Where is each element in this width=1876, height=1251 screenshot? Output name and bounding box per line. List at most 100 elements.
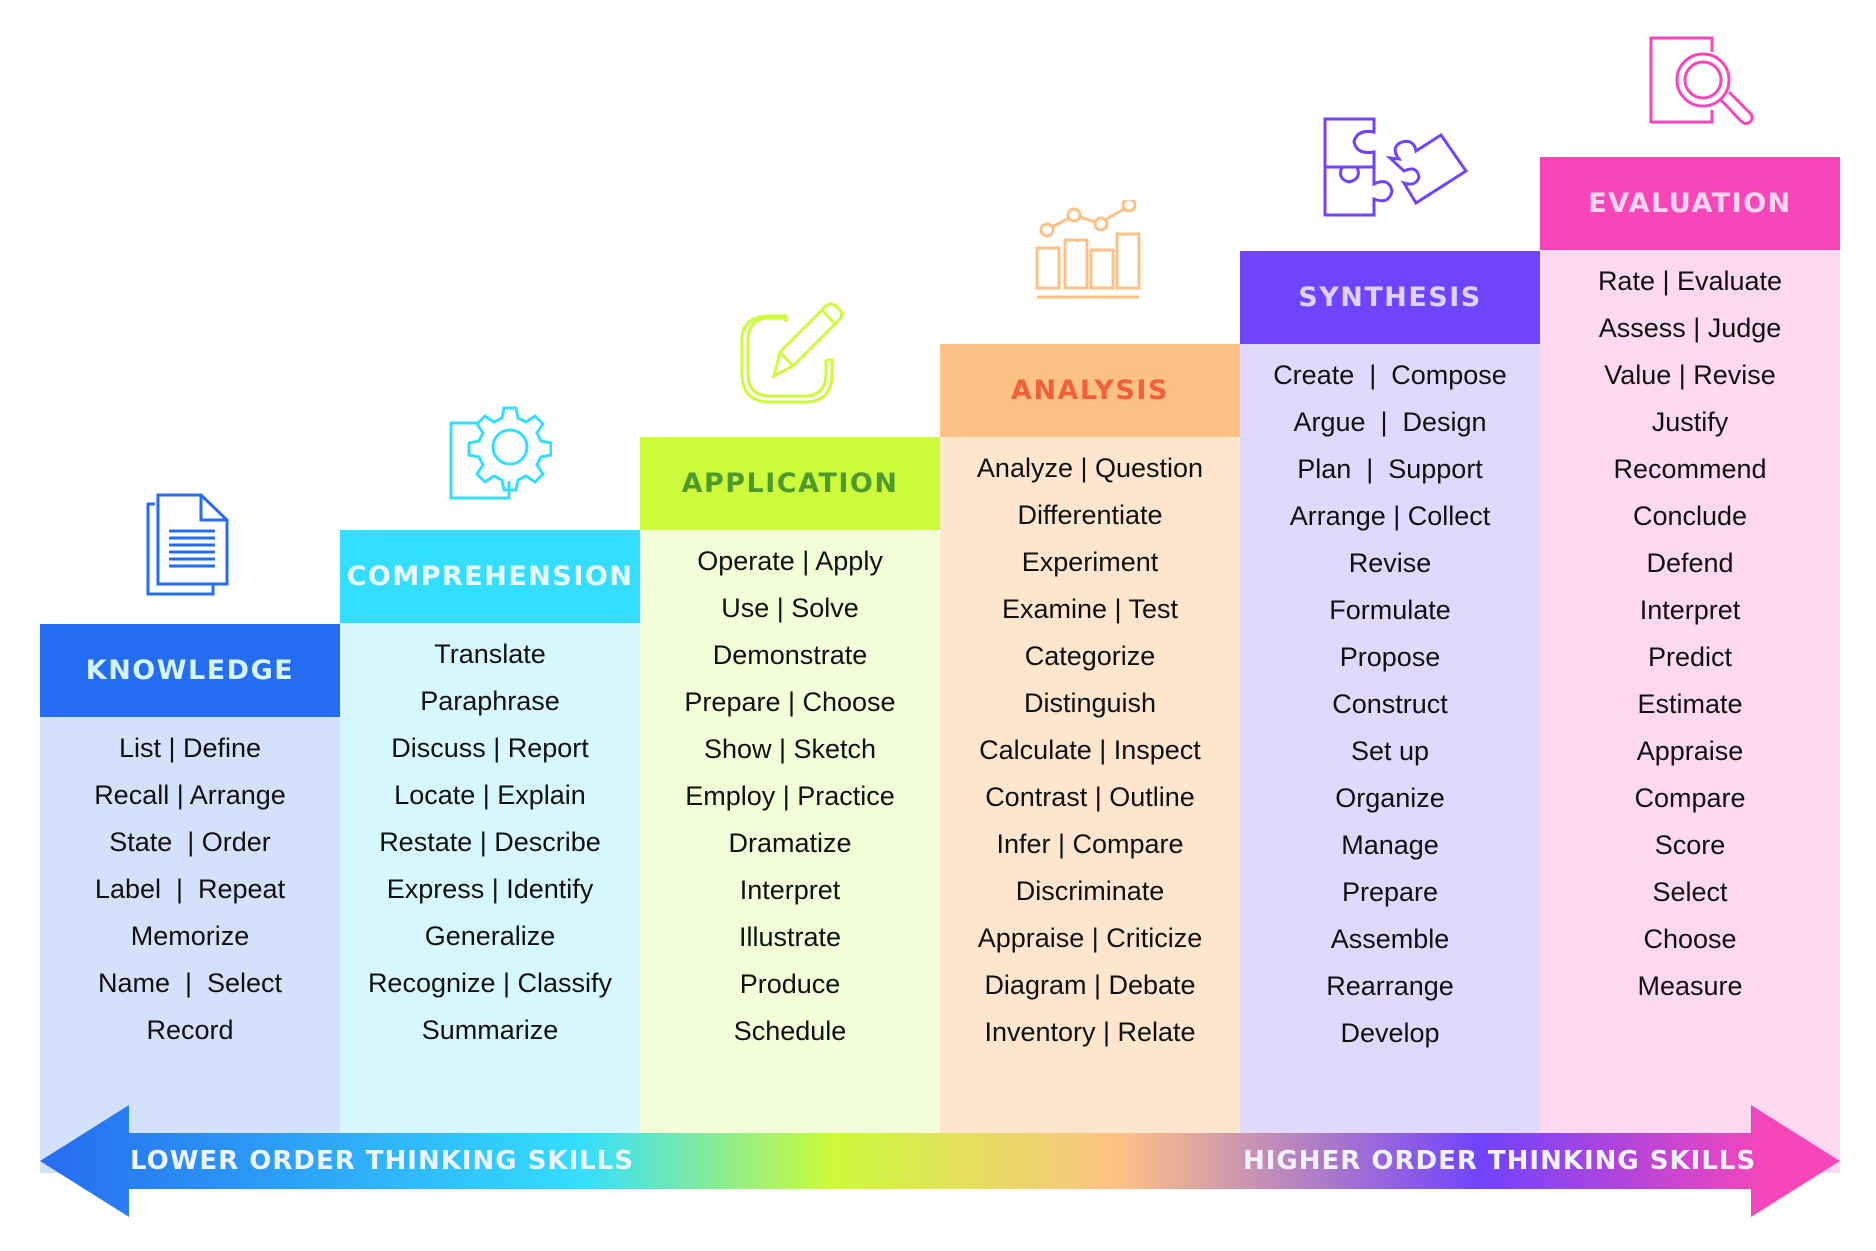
verb-item: Paraphrase: [420, 686, 560, 716]
verb-item: Propose: [1339, 642, 1441, 672]
verb-item: Assemble: [1330, 924, 1450, 954]
verb-item: State | Order: [109, 827, 271, 857]
verb-item: Label | Repeat: [94, 874, 286, 904]
verb-item: Memorize: [130, 921, 250, 951]
level-header: KNOWLEDGE: [40, 624, 340, 717]
level-evaluation: EVALUATION Rate | Evaluate Assess | Judge…: [1540, 157, 1840, 1173]
verb-item: Prepare | Choose: [684, 687, 896, 717]
level-verbs: Analyze | Question Differentiate Experimen…: [940, 437, 1240, 1173]
verb-item: Diagram | Debate: [984, 970, 1196, 1000]
verb-item: Prepare: [1341, 877, 1439, 907]
verb-item: Appraise | Criticize: [977, 923, 1203, 953]
level-verbs: Create | Compose Argue | Design Plan | Sup…: [1240, 344, 1540, 1173]
verb-item: Rearrange: [1326, 971, 1454, 1001]
verb-item: Calculate | Inspect: [979, 735, 1201, 765]
level-analysis: ANALYSIS Analyze | Question Differentiate…: [940, 344, 1240, 1173]
verb-item: Estimate: [1637, 689, 1743, 719]
verb-item: Create | Compose: [1273, 360, 1507, 390]
verb-item: Contrast | Outline: [985, 782, 1195, 812]
verb-item: Manage: [1341, 830, 1439, 860]
lower-order-label: LOWER ORDER THINKING SKILLS: [130, 1146, 635, 1176]
verb-item: Construct: [1332, 689, 1448, 719]
level-title: KNOWLEDGE: [85, 655, 295, 686]
verb-item: Defend: [1646, 548, 1734, 578]
verb-item: Select: [1652, 877, 1728, 907]
verb-item: Predict: [1647, 642, 1733, 672]
verb-item: Generalize: [424, 921, 556, 951]
level-comprehension: COMPREHENSION Translate Paraphrase Discuss…: [340, 530, 640, 1173]
verb-item: Restate | Describe: [379, 827, 601, 857]
document-icon: [146, 493, 229, 596]
verb-item: Name | Select: [97, 968, 283, 998]
verb-item: Set up: [1350, 736, 1430, 766]
verb-item: Argue | Design: [1293, 407, 1487, 437]
verb-item: Discriminate: [1015, 876, 1165, 906]
verb-item: Organize: [1335, 783, 1445, 813]
level-verbs: Operate | Apply Use | Solve Demonstrate Pre…: [640, 530, 940, 1173]
verb-item: Discuss | Report: [391, 733, 589, 763]
verb-item: Summarize: [421, 1015, 559, 1045]
verb-item: Demonstrate: [712, 640, 868, 670]
level-title: EVALUATION: [1588, 188, 1792, 219]
level-header: COMPREHENSION: [340, 530, 640, 623]
verb-item: Illustrate: [738, 922, 842, 952]
verb-item: Interpret: [739, 875, 841, 905]
verb-item: Choose: [1643, 924, 1737, 954]
magnifier-document-icon: [1649, 36, 1754, 125]
verb-item: Assess | Judge: [1598, 313, 1782, 343]
verb-item: Arrange | Collect: [1289, 501, 1491, 531]
verb-item: Inventory | Relate: [984, 1017, 1196, 1047]
verb-item: Conclude: [1632, 501, 1748, 531]
thinking-skills-arrow: LOWER ORDER THINKING SKILLS HIGHER ORDER…: [40, 1105, 1840, 1217]
verb-item: Distinguish: [1023, 688, 1157, 718]
level-verbs: Translate Paraphrase Discuss | Report Locat…: [340, 623, 640, 1173]
level-title: ANALYSIS: [1011, 375, 1169, 406]
verb-item: Operate | Apply: [697, 546, 883, 576]
verb-item: Justify: [1651, 407, 1729, 437]
edit-pencil-icon: [740, 302, 844, 404]
verb-item: Analyze | Question: [976, 453, 1204, 483]
verb-item: Revise: [1348, 548, 1432, 578]
puzzle-pieces-icon: [1323, 117, 1468, 217]
level-title: SYNTHESIS: [1298, 282, 1482, 313]
verb-item: Express | Identify: [386, 874, 594, 904]
gear-document-icon: [449, 406, 552, 500]
verb-item: Infer | Compare: [996, 829, 1184, 859]
verb-item: Differentiate: [1017, 500, 1163, 530]
bar-line-chart-icon: [1035, 200, 1141, 299]
verb-item: Rate | Evaluate: [1597, 266, 1783, 296]
verb-item: Develop: [1340, 1018, 1440, 1048]
verb-item: Translate: [434, 639, 546, 669]
level-verbs: Rate | Evaluate Assess | Judge Value | Rev…: [1540, 250, 1840, 1173]
level-title: APPLICATION: [681, 468, 899, 499]
verb-item: Produce: [739, 969, 841, 999]
verb-item: Show | Sketch: [703, 734, 877, 764]
verb-item: List | Define: [118, 733, 262, 763]
level-application: APPLICATION Operate | Apply Use | Solve De…: [640, 437, 940, 1173]
higher-order-label: HIGHER ORDER THINKING SKILLS: [1243, 1146, 1757, 1176]
verb-item: Compare: [1634, 783, 1746, 813]
verb-item: Appraise: [1636, 736, 1744, 766]
verb-item: Interpret: [1639, 595, 1741, 625]
verb-item: Examine | Test: [1001, 594, 1179, 624]
verb-item: Record: [146, 1015, 234, 1045]
verb-item: Employ | Practice: [685, 781, 895, 811]
level-title: COMPREHENSION: [346, 561, 634, 592]
verb-item: Recommend: [1613, 454, 1767, 484]
level-header: SYNTHESIS: [1240, 251, 1540, 344]
verb-item: Recall | Arrange: [94, 780, 286, 810]
verb-item: Use | Solve: [721, 593, 859, 623]
verb-item: Score: [1654, 830, 1726, 860]
verb-item: Categorize: [1024, 641, 1156, 671]
verb-item: Locate | Explain: [394, 780, 586, 810]
level-header: EVALUATION: [1540, 157, 1840, 250]
level-synthesis: SYNTHESIS Create | Compose Argue | Design…: [1240, 251, 1540, 1173]
level-header: APPLICATION: [640, 437, 940, 530]
verb-item: Formulate: [1329, 595, 1451, 625]
verb-item: Schedule: [733, 1016, 847, 1046]
verb-item: Recognize | Classify: [367, 968, 613, 998]
verb-item: Measure: [1637, 971, 1743, 1001]
level-knowledge: KNOWLEDGE List | Define Recall | Arrange S…: [40, 624, 340, 1173]
verb-item: Value | Revise: [1604, 360, 1776, 390]
verb-item: Plan | Support: [1297, 454, 1483, 484]
